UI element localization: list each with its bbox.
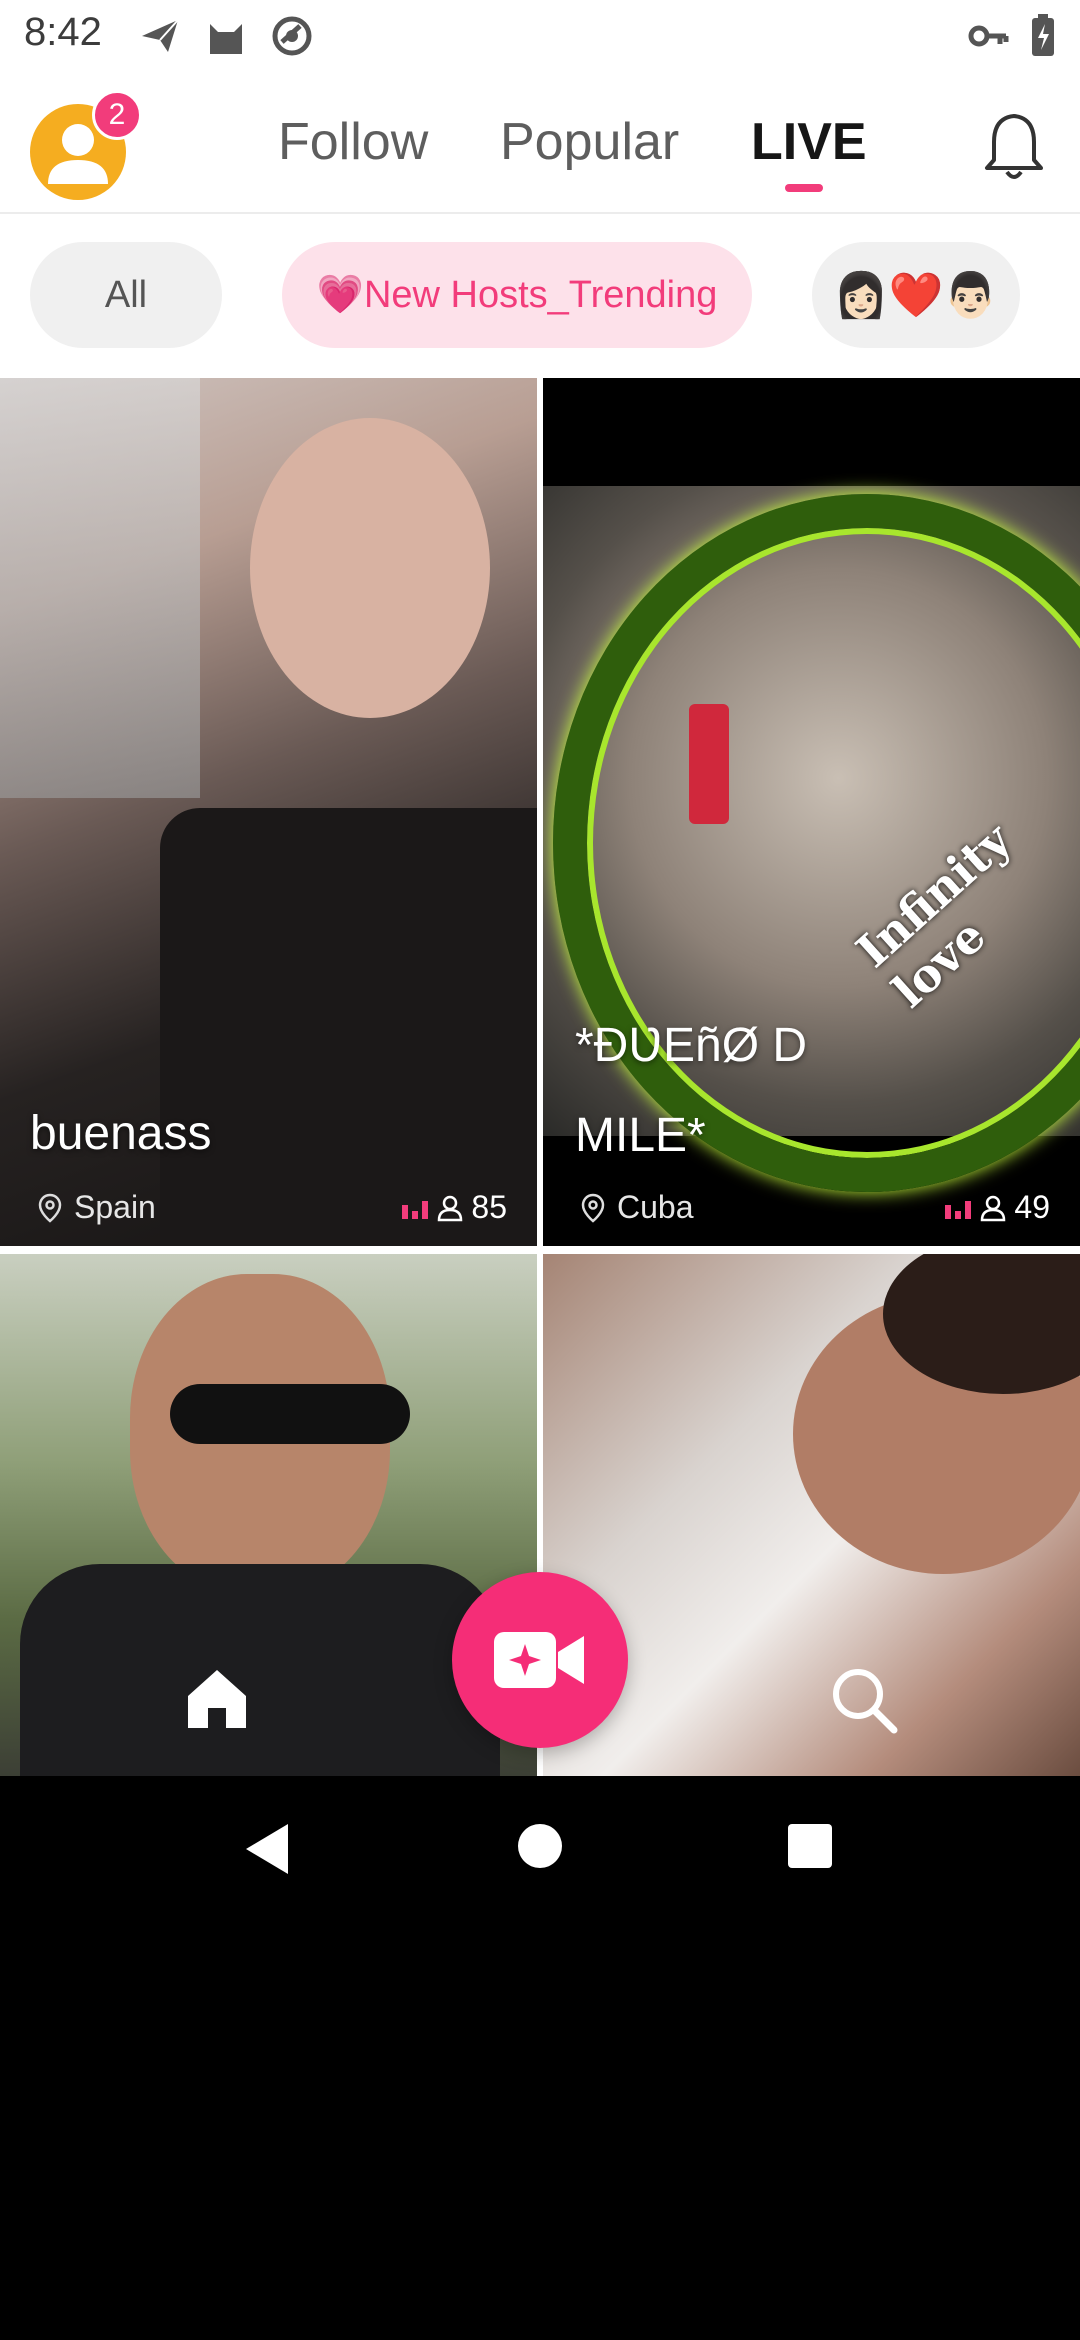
live-bars-icon: [945, 1200, 972, 1219]
live-camera-icon: [494, 1632, 584, 1688]
notification-count-badge: 2: [92, 90, 142, 140]
home-icon[interactable]: [182, 1662, 252, 1732]
sync-icon: [272, 16, 312, 56]
send-icon: [142, 19, 179, 52]
live-bars-icon: [402, 1200, 429, 1219]
filter-all-chip[interactable]: All: [30, 242, 222, 348]
live-stream-card[interactable]: [543, 1254, 1080, 1776]
active-tab-indicator: [785, 184, 823, 192]
live-stream-card[interactable]: Infinity love *ĐƲEñØ D MILE* Cuba 49: [543, 378, 1080, 1246]
stream-country: Cuba: [617, 1189, 694, 1225]
stream-thumbnail-jacket: [160, 808, 537, 1246]
viewer-person-icon: [981, 1195, 1006, 1221]
stream-location: Spain: [38, 1189, 156, 1226]
stream-thumbnail-background: [0, 378, 200, 798]
filter-trending-chip[interactable]: 💗New Hosts_Trending: [282, 242, 752, 348]
search-icon[interactable]: [828, 1664, 900, 1736]
tab-live[interactable]: LIVE: [751, 112, 867, 172]
stream-thumbnail-shirt: [20, 1564, 500, 1776]
status-time: 8:42: [24, 10, 102, 54]
filter-couple-chip[interactable]: 👩🏻❤️👨🏻: [812, 242, 1020, 348]
location-pin-icon: [38, 1193, 62, 1223]
stream-host-name-line1: *ĐƲEñØ D: [575, 1019, 808, 1072]
key-icon: [968, 25, 1009, 47]
stream-viewers: 49: [944, 1189, 1050, 1226]
stream-host-name: buenass: [30, 1107, 212, 1160]
tab-popular[interactable]: Popular: [500, 112, 679, 172]
top-header: 2 Follow Popular LIVE: [0, 72, 1080, 214]
cat-icon: [210, 24, 242, 54]
go-live-button[interactable]: [452, 1572, 628, 1748]
stream-thumbnail-phone: [689, 704, 729, 824]
viewer-person-icon: [438, 1195, 463, 1221]
stream-host-name-line2: MILE*: [575, 1109, 706, 1162]
status-bar: 8:42: [0, 0, 1080, 72]
stream-thumbnail-subject: [250, 418, 490, 718]
viewer-count: 85: [471, 1189, 507, 1225]
viewer-count: 49: [1014, 1189, 1050, 1225]
stream-location: Cuba: [581, 1189, 694, 1226]
location-pin-icon: [581, 1193, 605, 1223]
stream-country: Spain: [74, 1189, 156, 1225]
back-icon[interactable]: [242, 1822, 292, 1876]
system-nav-bar: [0, 1776, 1080, 1920]
live-stream-card[interactable]: buenass Spain 85: [0, 378, 537, 1246]
stream-thumbnail-sunglasses: [170, 1384, 410, 1444]
app-screen: 8:42 2 Follow Popular LIVE All 💗New Host…: [0, 0, 1080, 1776]
home-circle-icon[interactable]: [516, 1822, 564, 1870]
stream-viewers: 85: [401, 1189, 507, 1226]
live-stream-card[interactable]: [0, 1254, 537, 1776]
recents-icon[interactable]: [786, 1822, 834, 1870]
battery-icon: [1032, 14, 1054, 56]
tab-follow[interactable]: Follow: [278, 112, 428, 172]
bell-icon[interactable]: [982, 110, 1046, 182]
